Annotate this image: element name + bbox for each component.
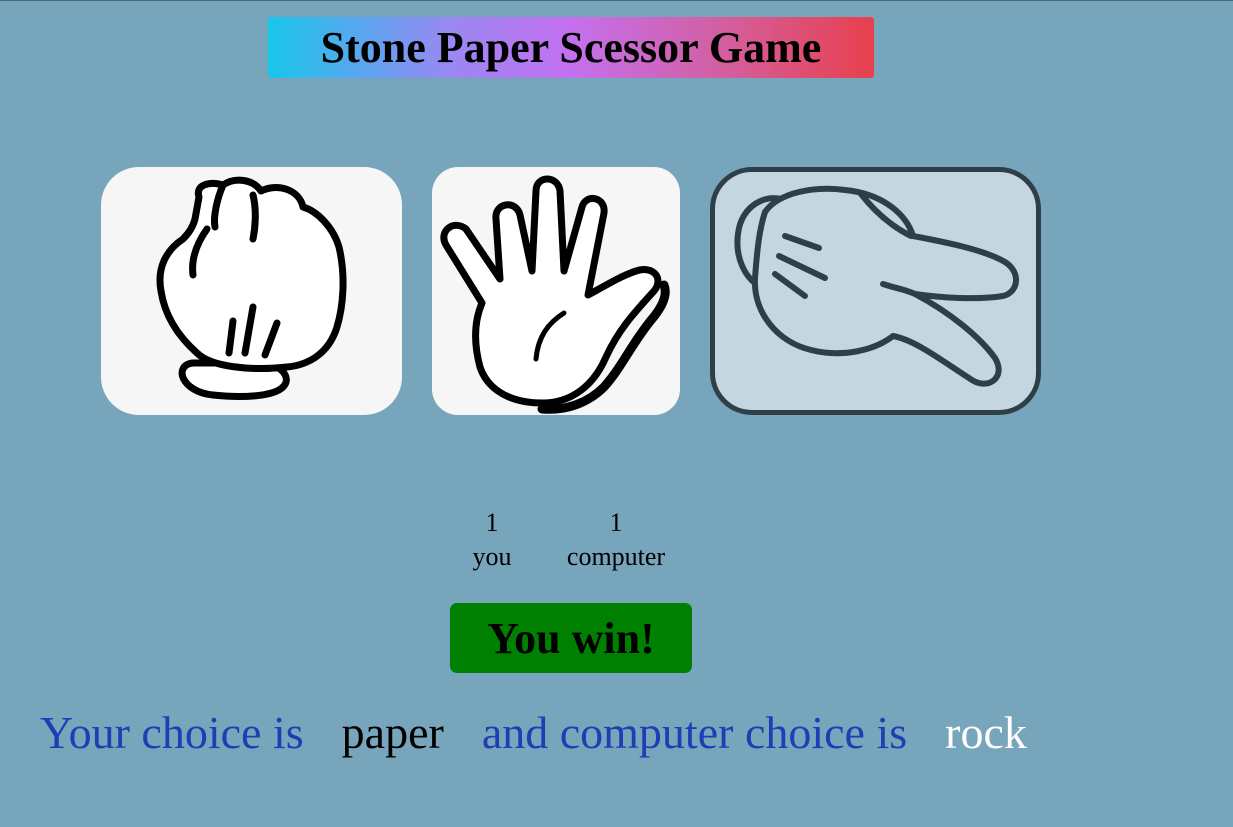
two-finger-hand-icon bbox=[734, 185, 1019, 387]
computer-score: 1 bbox=[609, 508, 623, 537]
user-choice-prefix: Your choice is bbox=[40, 707, 304, 758]
result-message: You win! bbox=[450, 603, 692, 673]
choice-paper-button[interactable] bbox=[432, 167, 680, 415]
user-choice-value: paper bbox=[341, 707, 444, 758]
user-score: 1 bbox=[485, 508, 499, 537]
computer-choice-prefix: and computer choice is bbox=[481, 707, 908, 758]
choice-rock-button[interactable] bbox=[101, 167, 402, 415]
choice-summary: Your choice is paper and computer choice i… bbox=[40, 701, 1027, 765]
fist-icon bbox=[156, 176, 347, 400]
computer-choice-value: rock bbox=[945, 707, 1027, 758]
computer-score-block: 1 computer bbox=[548, 506, 684, 574]
choice-scissors-button[interactable] bbox=[710, 167, 1041, 415]
computer-score-label: computer bbox=[566, 542, 666, 571]
title-bar: Stone Paper Scessor Game bbox=[268, 17, 874, 78]
page-title: Stone Paper Scessor Game bbox=[320, 22, 822, 72]
user-score-block: 1 you bbox=[452, 506, 532, 574]
user-score-label: you bbox=[472, 542, 512, 571]
open-hand-icon bbox=[440, 175, 670, 414]
